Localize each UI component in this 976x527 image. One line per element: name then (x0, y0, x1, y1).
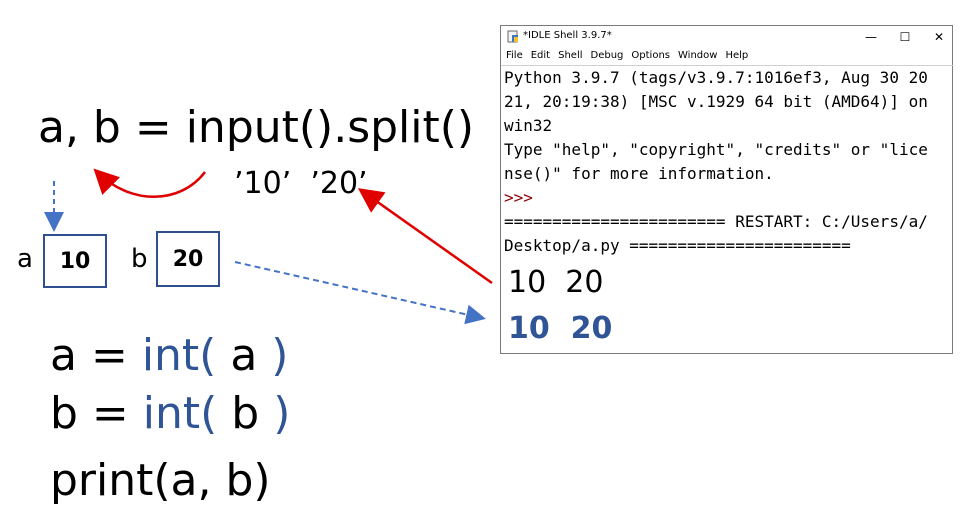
banner-line-3: win32 (504, 116, 553, 135)
int-line-b: b = int( b ) (50, 388, 291, 439)
shell-prompt: >>> (504, 188, 533, 207)
banner-line-5: nse()" for more information. (504, 164, 774, 183)
restart-line-1: ======================= RESTART: C:/User… (504, 212, 928, 231)
var-a-box: 10 (43, 234, 107, 288)
menu-bar: File Edit Shell Debug Options Window Help (501, 48, 952, 64)
typed-input: 10 20 (508, 265, 604, 300)
printed-output: 10 20 (508, 311, 613, 346)
shell-text-area[interactable]: Python 3.9.7 (tags/v3.9.7:1016ef3, Aug 3… (501, 65, 953, 354)
banner-line-2: 21, 20:19:38) [MSC v.1929 64 bit (AMD64)… (504, 92, 928, 111)
idle-app-icon (507, 30, 518, 43)
menu-options[interactable]: Options (631, 48, 670, 64)
print-line: print(a, b) (50, 455, 271, 506)
close-button[interactable]: ✕ (926, 28, 952, 46)
var-b-box: 20 (156, 231, 220, 287)
menu-file[interactable]: File (506, 48, 523, 64)
maximize-button[interactable]: ☐ (892, 28, 918, 46)
red-arrow-to-strings (357, 188, 493, 285)
var-a-label: a (17, 244, 33, 274)
menu-shell[interactable]: Shell (558, 48, 582, 64)
banner-line-1: Python 3.9.7 (tags/v3.9.7:1016ef3, Aug 3… (504, 68, 928, 87)
menu-debug[interactable]: Debug (591, 48, 624, 64)
title-bar[interactable]: *IDLE Shell 3.9.7* — ☐ ✕ (501, 26, 952, 48)
blue-dashed-arrow-to-output (234, 261, 486, 325)
menu-edit[interactable]: Edit (531, 48, 550, 64)
minimize-button[interactable]: — (858, 28, 884, 46)
idle-shell-window: *IDLE Shell 3.9.7* — ☐ ✕ File Edit Shell De… (500, 25, 953, 354)
menu-help[interactable]: Help (725, 48, 748, 64)
window-title: *IDLE Shell 3.9.7* (523, 30, 612, 41)
var-b-label: b (131, 244, 148, 274)
int-line-a: a = int( a ) (50, 330, 289, 381)
menu-window[interactable]: Window (678, 48, 717, 64)
banner-line-4: Type "help", "copyright", "credits" or "… (504, 140, 928, 159)
curved-red-arrow (93, 168, 206, 198)
restart-line-2: Desktop/a.py ======================= (504, 236, 851, 255)
